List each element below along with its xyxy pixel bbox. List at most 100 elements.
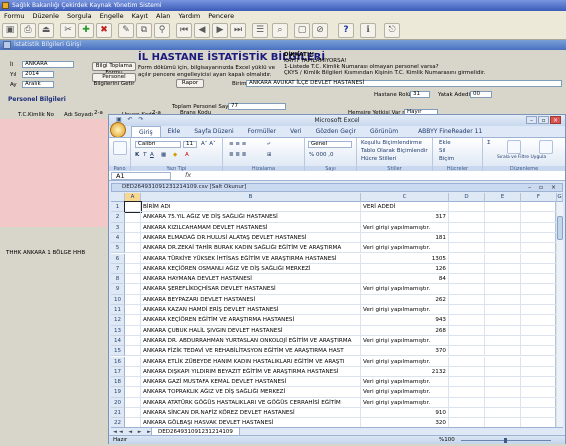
font-name-field[interactable]: Calibri (135, 141, 181, 148)
cell-a[interactable] (125, 377, 141, 388)
ribbon-tab[interactable]: Ekle (161, 126, 188, 137)
cell-empty[interactable] (449, 212, 485, 223)
row-header[interactable]: 1 (111, 202, 125, 213)
row-header[interactable]: 10 (111, 294, 125, 305)
list-icon[interactable]: ☰ (252, 23, 268, 38)
delete-button[interactable]: Sil (439, 148, 446, 154)
cell-a[interactable] (125, 335, 141, 347)
cell-empty[interactable] (521, 284, 557, 295)
copy-icon[interactable]: ⧉ (136, 23, 152, 38)
find-select-icon[interactable] (539, 140, 553, 154)
cell-empty[interactable] (521, 253, 557, 264)
cell-empty[interactable] (485, 212, 521, 223)
column-header[interactable]: G (557, 193, 563, 202)
column-header[interactable]: C (361, 193, 449, 202)
font-color-icon[interactable]: A (185, 152, 189, 158)
cell-birim-adi[interactable]: ANKARA GAZİ MUSTAFA KEMAL DEVLET HASTANE… (141, 377, 361, 388)
cell-empty[interactable] (521, 418, 557, 427)
cell-birim-adi[interactable]: ANKARA TÜRKİYE YÜKSEK İHTİSAS EĞİTİM VE … (141, 253, 361, 264)
cell-veri-adedi[interactable]: Veri girişi yapılmamıştır. (361, 387, 449, 398)
menu-item[interactable]: Kayıt (128, 11, 152, 21)
maximize-icon[interactable]: ▫ (538, 116, 549, 124)
cell-empty[interactable] (521, 346, 557, 357)
search-icon[interactable]: ⌕ (272, 23, 288, 38)
cell-a[interactable] (125, 305, 141, 316)
cell-a[interactable] (125, 294, 141, 305)
toplam-field[interactable]: 77 (228, 103, 286, 110)
cell-a[interactable] (125, 284, 141, 295)
cell-empty[interactable] (521, 294, 557, 305)
cell-a[interactable] (125, 356, 141, 367)
cell-veri-adedi[interactable]: 370 (361, 346, 449, 357)
cell-empty[interactable] (449, 222, 485, 233)
cell-birim-adi[interactable]: ANKARA DR. ABDURRAHMAN YURTASLAN ONKOLOJ… (141, 335, 361, 347)
row-header[interactable]: 11 (111, 305, 125, 316)
cell-empty[interactable] (485, 294, 521, 305)
row-header[interactable]: 12 (111, 315, 125, 326)
cell-empty[interactable] (521, 387, 557, 398)
cell-veri-adedi[interactable]: Veri girişi yapılmamıştır. (361, 377, 449, 388)
menu-item[interactable]: Yardım (174, 11, 204, 21)
cell-empty[interactable] (521, 305, 557, 316)
ribbon-tab[interactable]: Veri (283, 126, 308, 137)
cell-empty[interactable] (485, 222, 521, 233)
cell-a[interactable] (125, 387, 141, 398)
hastane-rolu-field[interactable]: 31 (410, 91, 430, 98)
row-header[interactable]: 18 (111, 377, 125, 388)
cell-empty[interactable] (485, 274, 521, 285)
cell-a[interactable] (125, 243, 141, 254)
paste-icon[interactable] (113, 141, 127, 155)
cell-empty[interactable] (449, 346, 485, 357)
cell-veri-adedi[interactable]: Veri girişi yapılmamıştır. (361, 305, 449, 316)
column-header[interactable]: F (521, 193, 557, 202)
row-header[interactable]: 21 (111, 408, 125, 419)
cell-a[interactable] (125, 397, 141, 408)
cell-empty[interactable] (521, 274, 557, 285)
office-button[interactable] (110, 122, 126, 138)
cell-birim-adi[interactable]: ANKARA KAZAN HAMDİ ERİŞ DEVLET HASTANESİ (141, 305, 361, 316)
cell-empty[interactable] (449, 305, 485, 316)
cell-empty[interactable] (485, 263, 521, 275)
underline-icon[interactable]: A (150, 152, 154, 158)
format-button[interactable]: Biçim (439, 156, 454, 162)
personel-getir-button[interactable]: Personel Bilgilerini Getir (92, 73, 136, 87)
cell-empty[interactable] (485, 243, 521, 254)
cell-birim-adi[interactable]: ANKARA KIZILCAHAMAM DEVLET HASTANESİ (141, 222, 361, 233)
cell-empty[interactable] (485, 366, 521, 378)
cell-empty[interactable] (449, 325, 485, 336)
row-header[interactable]: 3 (111, 222, 125, 233)
cell-empty[interactable] (521, 232, 557, 244)
cell-empty[interactable] (521, 212, 557, 223)
wrap-text-icon[interactable]: ⤶ (267, 141, 270, 148)
row-header[interactable]: 2 (111, 212, 125, 223)
cell-birim-adi[interactable]: ANKARA ATATÜRK GÖĞÜS HASTALIKLARI VE GÖĞ… (141, 397, 361, 408)
align-left-icon[interactable]: ≣ ≣ ≣ (229, 152, 246, 158)
exit-icon[interactable]: ⏏ (38, 23, 54, 38)
cell-birim-adi[interactable]: ANKARA SİNCAN DR.NAFİZ KÖREZ DEVLET HAST… (141, 408, 361, 419)
number-format-select[interactable]: Genel (308, 141, 352, 148)
select-all-corner[interactable] (111, 193, 125, 202)
cell-veri-adedi[interactable]: Veri girişi yapılmamıştır. (361, 243, 449, 254)
cell-veri-adedi[interactable]: 1305 (361, 253, 449, 264)
workbook-window-controls[interactable]: – ▫ × (528, 184, 559, 191)
cell-empty[interactable] (449, 243, 485, 254)
cell-veri-adedi[interactable]: Veri girişi yapılmamıştır. (361, 222, 449, 233)
merge-icon[interactable]: ⊞ (267, 152, 272, 158)
cell-birim-adi[interactable]: BİRİM ADI (141, 202, 361, 213)
cell-empty[interactable] (449, 356, 485, 367)
print-icon[interactable]: ⎙ (20, 23, 36, 38)
cell-empty[interactable] (521, 408, 557, 419)
cell-a[interactable] (125, 408, 141, 419)
info-icon[interactable]: ℹ (360, 23, 376, 38)
birim-field[interactable]: ANKARA AVUKAT İLÇE DEVLET HASTANESİ (246, 80, 562, 87)
row-header[interactable]: 8 (111, 274, 125, 285)
row-header[interactable]: 13 (111, 325, 125, 336)
cell-empty[interactable] (521, 397, 557, 408)
ribbon-tab[interactable]: Formüller (241, 126, 283, 137)
cell-birim-adi[interactable]: ANKARA TOPRAKLIK AĞIZ VE DİŞ SAĞLIĞI MER… (141, 387, 361, 398)
yil-field[interactable]: 2014 (22, 71, 54, 78)
cell-a[interactable] (125, 212, 141, 223)
cell-empty[interactable] (485, 315, 521, 326)
minimize-icon[interactable]: – (526, 116, 537, 124)
query-icon[interactable]: ⚲ (154, 23, 170, 38)
